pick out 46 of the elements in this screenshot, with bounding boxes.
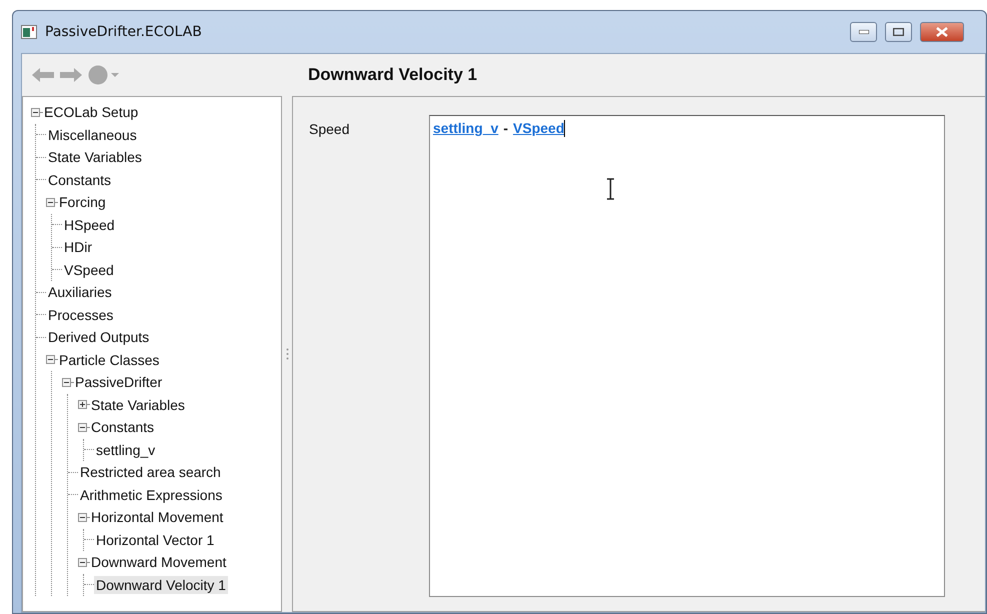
close-icon <box>936 27 948 37</box>
expand-toggle[interactable] <box>78 400 87 410</box>
tree-item[interactable]: Miscellaneous <box>46 126 139 144</box>
collapse-toggle[interactable] <box>62 378 71 387</box>
minimize-icon <box>858 30 868 34</box>
tree-item[interactable]: Horizontal Vector 1 <box>94 530 216 549</box>
field-label: Speed <box>309 121 350 139</box>
close-button[interactable] <box>920 22 964 42</box>
tree-item[interactable]: State Variables <box>46 148 144 166</box>
tree-item[interactable]: Processes <box>46 306 116 324</box>
tree-item[interactable]: Downward Velocity 1 <box>94 576 228 594</box>
expression-field[interactable]: settling_v - VSpeed <box>429 115 945 597</box>
tree-item[interactable]: Arithmetic Expressions <box>78 486 224 504</box>
tree-item[interactable]: HSpeed <box>62 216 117 234</box>
tree-item[interactable]: Derived Outputs <box>46 328 152 346</box>
collapse-toggle[interactable] <box>78 512 87 522</box>
window-title: PassiveDrifter.ECOLAB <box>45 24 203 40</box>
tree-item[interactable]: Auxiliaries <box>46 283 114 302</box>
collapse-toggle[interactable] <box>78 558 87 567</box>
collapse-toggle[interactable] <box>78 422 87 432</box>
tree-item[interactable]: Particle Classes <box>57 350 162 369</box>
variable-link[interactable]: settling_v <box>433 120 498 136</box>
tree-item[interactable]: Constants <box>46 170 114 189</box>
tree-item[interactable]: VSpeed <box>62 260 116 279</box>
app-icon <box>21 25 37 39</box>
tree-item[interactable]: settling_v <box>94 440 158 459</box>
tree-item[interactable]: Horizontal Movement <box>89 508 226 526</box>
tree-item[interactable]: Constants <box>89 418 156 436</box>
tree-item[interactable]: HDir <box>62 238 94 256</box>
page-heading: Downward Velocity 1 <box>307 65 478 85</box>
operator-text: - <box>503 120 508 136</box>
minimize-button[interactable] <box>850 22 877 42</box>
collapse-toggle[interactable] <box>31 108 40 117</box>
text-cursor-icon <box>606 178 615 200</box>
variable-link[interactable]: VSpeed <box>513 120 564 136</box>
tree-item[interactable]: ECOLab Setup <box>42 103 140 122</box>
maximize-icon <box>893 28 904 36</box>
tree-item[interactable]: PassiveDrifter <box>73 373 164 392</box>
tree-item[interactable]: Downward Movement <box>89 553 228 572</box>
collapse-toggle[interactable] <box>46 198 55 207</box>
splitter-grip-icon[interactable] <box>286 348 288 360</box>
collapse-toggle[interactable] <box>46 355 55 364</box>
tree-item[interactable]: Restricted area search <box>78 463 223 482</box>
tree-item[interactable]: Forcing <box>57 193 108 212</box>
maximize-button[interactable] <box>885 22 912 42</box>
tree-item[interactable]: State Variables <box>89 396 187 414</box>
